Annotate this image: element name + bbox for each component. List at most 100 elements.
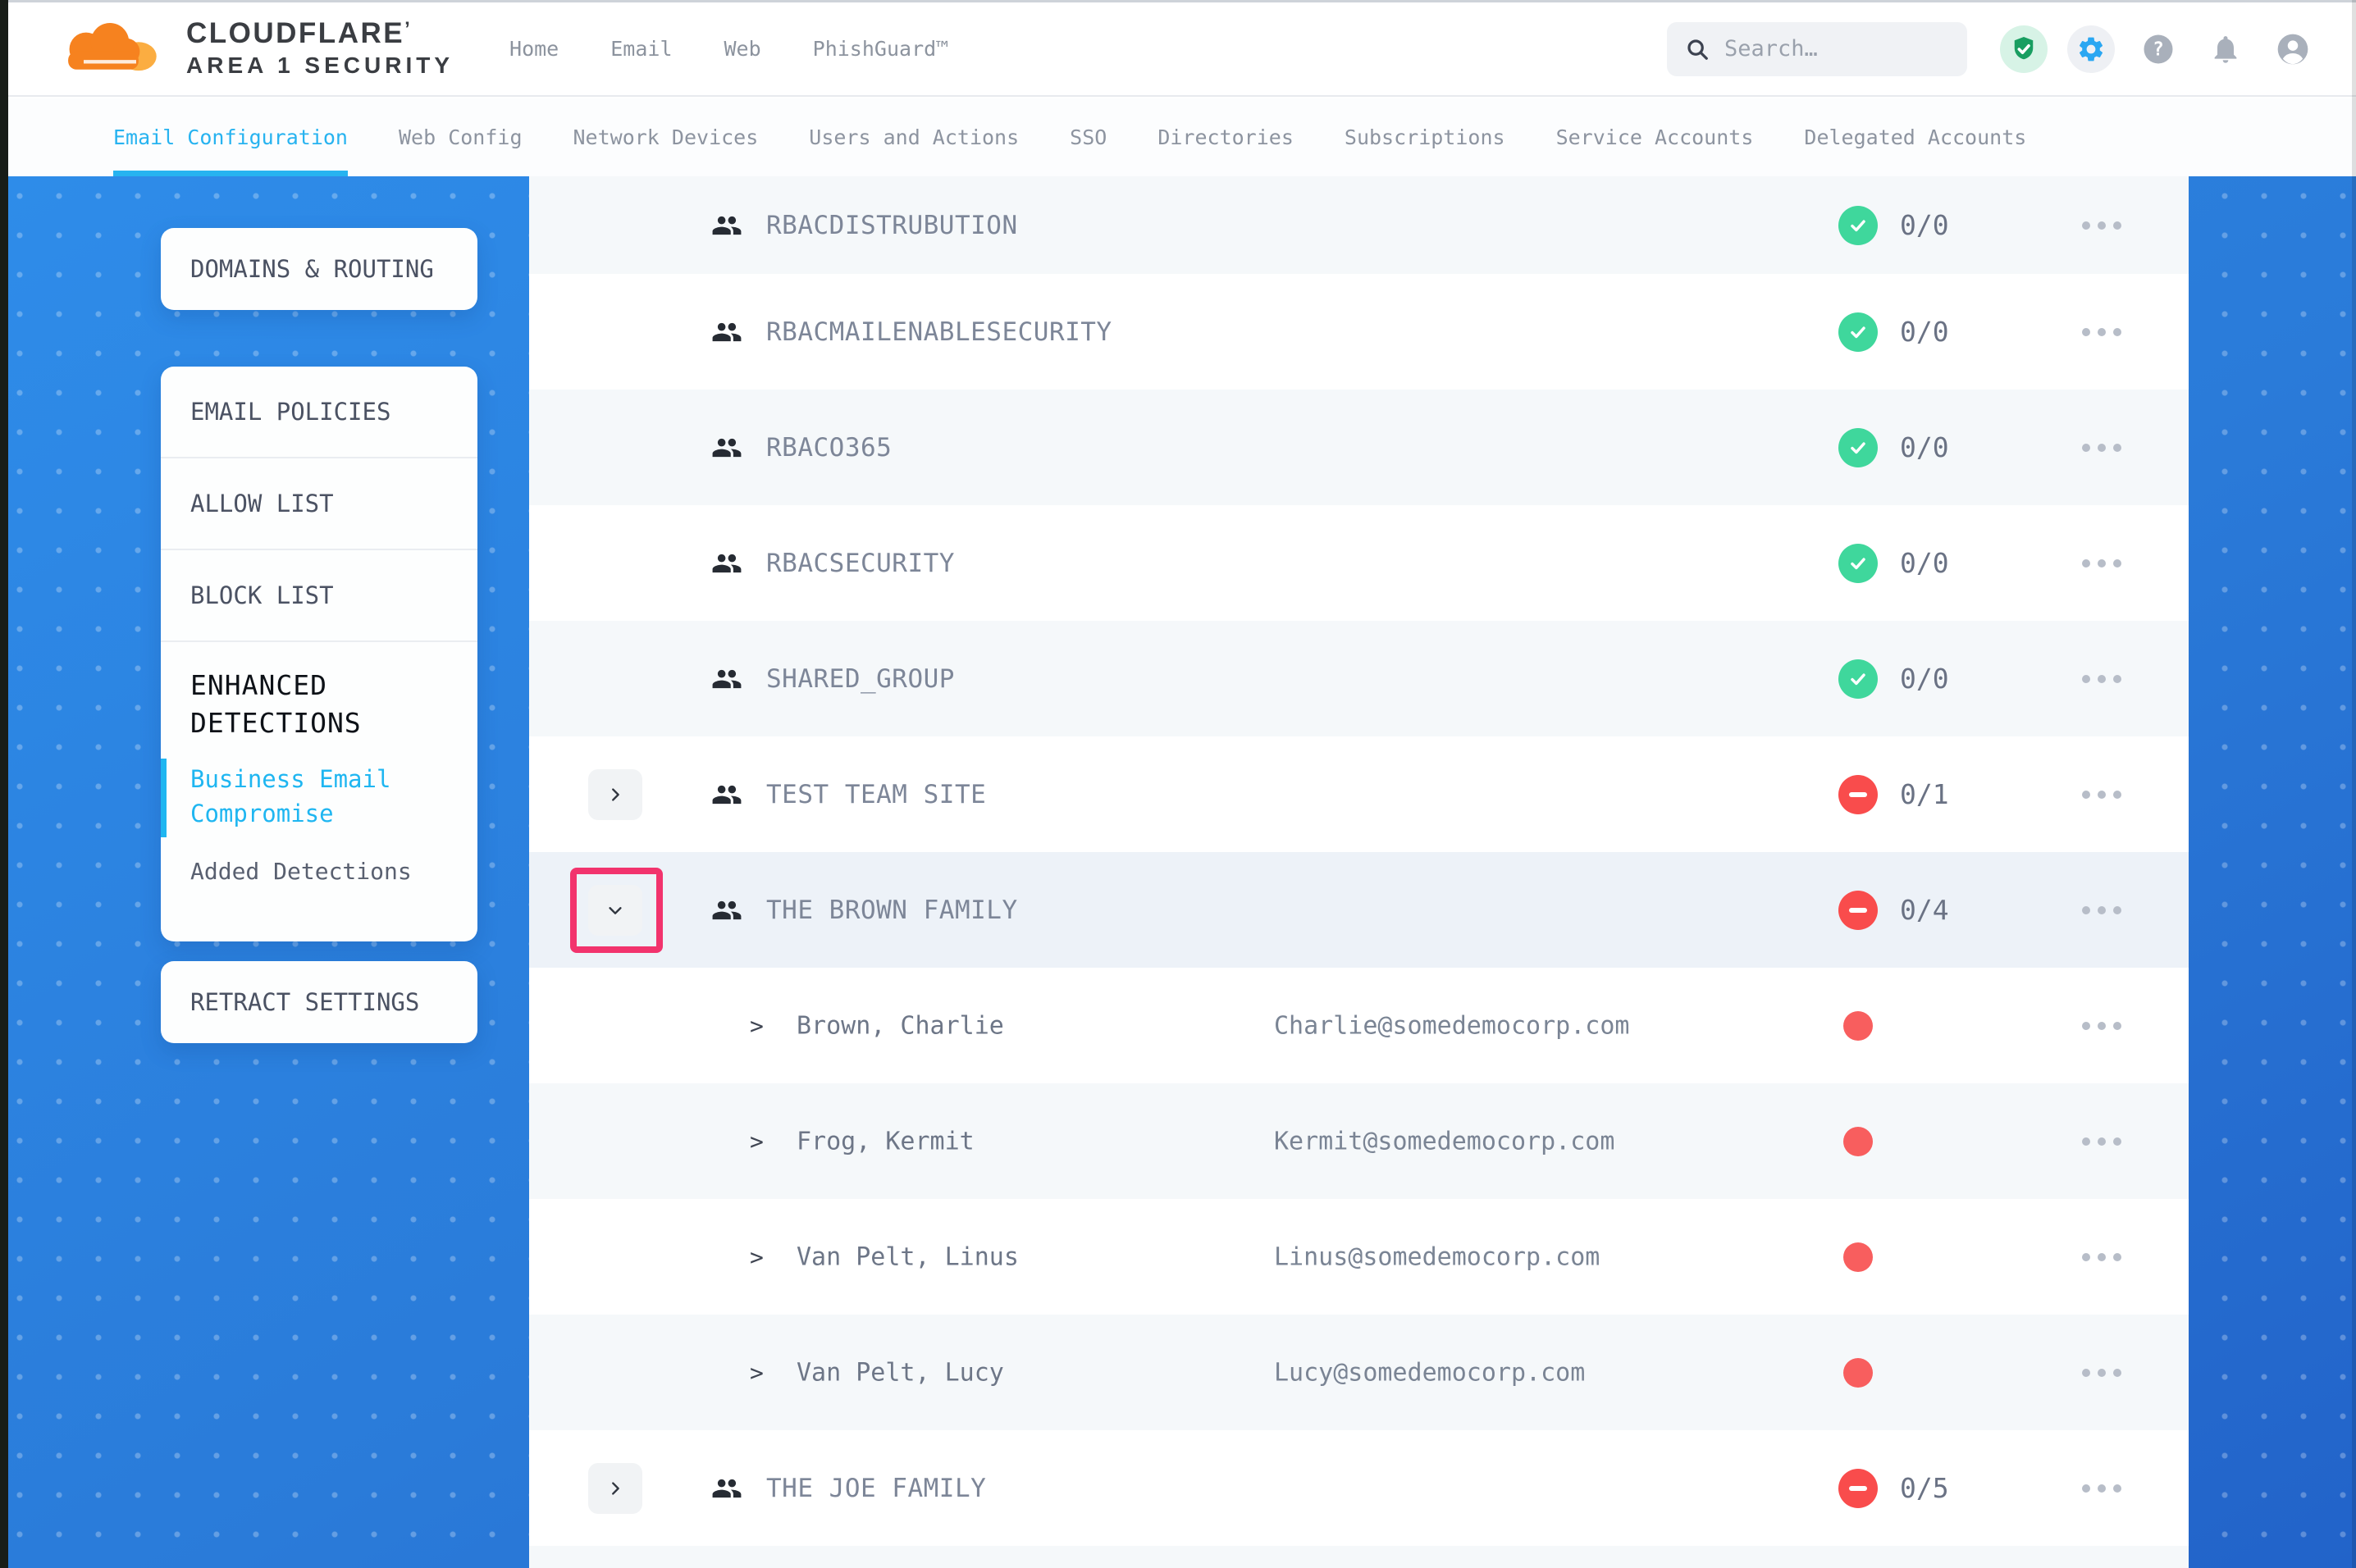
member-count: 0/0	[1900, 209, 1949, 241]
tab-network-devices[interactable]: Network Devices	[573, 98, 759, 176]
group-row[interactable]: SHARED_GROUP 0/0	[529, 621, 2189, 736]
member-row[interactable]: > Frog, Kermit Kermit@somedemocorp.com	[529, 1083, 2189, 1199]
status-dot-red	[1843, 1242, 1873, 1272]
member-row[interactable]: >Brown, CharlieCharlie@somedemocorp.com	[529, 968, 2189, 1083]
sidebar-section-enhanced-detections: ENHANCED DETECTIONS	[161, 642, 477, 755]
tab-directories[interactable]: Directories	[1157, 98, 1294, 176]
row-actions-ellipsis[interactable]	[2082, 221, 2121, 230]
nav-web[interactable]: Web	[724, 37, 761, 61]
row-actions-ellipsis[interactable]	[2082, 559, 2121, 567]
member-name: Van Pelt, Linus	[797, 1242, 1019, 1271]
member-name: Frog, Kermit	[797, 1127, 975, 1155]
sidebar-item-added-detections[interactable]: Added Detections	[161, 847, 477, 917]
member-expand-caret[interactable]: >	[750, 1128, 764, 1155]
collapse-chevron-button[interactable]	[588, 885, 642, 936]
search-box[interactable]	[1667, 22, 1967, 76]
status-badge-fail: 0/5	[1838, 1469, 1949, 1508]
svg-text:?: ?	[2153, 39, 2164, 60]
expand-chevron-button[interactable]	[588, 1463, 642, 1514]
sidebar-item-block-list[interactable]: BLOCK LIST	[161, 550, 477, 642]
settings-gear-icon[interactable]	[2067, 25, 2115, 73]
tab-users-and-actions[interactable]: Users and Actions	[809, 98, 1019, 176]
sidebar-item-email-policies[interactable]: EMAIL POLICIES	[161, 367, 477, 458]
row-actions-ellipsis[interactable]	[2082, 906, 2121, 914]
status-badge-pass: 0/0	[1838, 312, 1949, 352]
group-name: RBACDISTRUBUTION	[766, 211, 1018, 240]
shield-check-icon[interactable]	[2000, 25, 2048, 73]
member-email: Kermit@somedemocorp.com	[1274, 1127, 1614, 1155]
group-people-icon	[711, 663, 742, 695]
row-actions-ellipsis[interactable]	[2082, 1253, 2121, 1261]
group-row[interactable]: RBACO3650/0	[529, 390, 2189, 505]
screen-edge-top	[0, 0, 2356, 2]
member-count: 0/0	[1900, 316, 1949, 348]
status-badge-pass: 0/0	[1838, 544, 1949, 583]
group-row[interactable]: RBACMAILENABLESECURITY 0/0	[529, 274, 2189, 390]
section-tabs: Email Configuration Web Config Network D…	[8, 98, 2356, 176]
tab-delegated-accounts[interactable]: Delegated Accounts	[1804, 98, 2026, 176]
group-name: TEST TEAM SITE	[766, 780, 986, 809]
tab-web-config[interactable]: Web Config	[399, 98, 523, 176]
row-actions-ellipsis[interactable]	[2082, 791, 2121, 799]
tab-email-configuration[interactable]: Email Configuration	[113, 98, 348, 176]
help-icon[interactable]: ?	[2135, 25, 2182, 73]
group-name: THE BROWN FAMILY	[766, 896, 1018, 925]
sidebar-item-domains-routing[interactable]: DOMAINS & ROUTING	[161, 228, 477, 310]
groups-table: RBACDISTRUBUTION0/0RBACMAILENABLESECURIT…	[529, 176, 2189, 1568]
row-actions-ellipsis[interactable]	[2082, 444, 2121, 452]
tab-subscriptions[interactable]: Subscriptions	[1345, 98, 1505, 176]
cloudflare-cloud-icon	[45, 23, 175, 75]
member-count: 0/5	[1900, 1472, 1949, 1504]
status-dot-red	[1843, 1358, 1873, 1388]
group-row[interactable]: THE BROWN FAMILY0/4	[529, 852, 2189, 968]
member-email: Lucy@somedemocorp.com	[1274, 1358, 1585, 1387]
group-row[interactable]: TEST TEAM SITE 0/1	[529, 736, 2189, 852]
sidebar-policies-card: EMAIL POLICIES ALLOW LIST BLOCK LIST ENH…	[161, 367, 477, 941]
group-row[interactable]: THE JOE FAMILY 0/5	[529, 1430, 2189, 1546]
nav-phishguard[interactable]: PhishGuard™	[813, 37, 949, 61]
bell-icon[interactable]	[2202, 25, 2249, 73]
member-expand-caret[interactable]: >	[750, 1243, 764, 1270]
sidebar-item-allow-list[interactable]: ALLOW LIST	[161, 458, 477, 550]
tab-sso[interactable]: SSO	[1070, 98, 1107, 176]
nav-email[interactable]: Email	[610, 37, 672, 61]
member-row[interactable]: >Van Pelt, LinusLinus@somedemocorp.com	[529, 1199, 2189, 1315]
group-row[interactable]: RBACDISTRUBUTION 0/0	[529, 176, 2189, 274]
cloudflare-logo[interactable]: CLOUDFLARE’ AREA 1 SECURITY	[45, 19, 454, 79]
group-name: SHARED_GROUP	[766, 664, 955, 694]
logo-subtitle: AREA 1 SECURITY	[186, 52, 454, 79]
row-actions-ellipsis[interactable]	[2082, 675, 2121, 683]
top-header: CLOUDFLARE’ AREA 1 SECURITY Home Email W…	[8, 2, 2356, 97]
row-actions-ellipsis[interactable]	[2082, 1369, 2121, 1377]
group-people-icon	[711, 210, 742, 241]
group-people-icon	[711, 895, 742, 926]
account-icon[interactable]	[2269, 25, 2317, 73]
member-count: 0/0	[1900, 663, 1949, 695]
row-actions-ellipsis[interactable]	[2082, 1022, 2121, 1030]
primary-nav: Home Email Web PhishGuard™	[509, 37, 948, 61]
group-name: RBACO365	[766, 433, 892, 463]
group-row[interactable]: RBACSECURITY0/0	[529, 505, 2189, 621]
member-count: 0/1	[1900, 778, 1949, 810]
group-people-icon	[711, 548, 742, 579]
member-name: Brown, Charlie	[797, 1011, 1004, 1040]
status-badge-pass: 0/0	[1838, 206, 1949, 245]
group-name: THE JOE FAMILY	[766, 1474, 986, 1503]
member-count: 0/0	[1900, 547, 1949, 579]
group-people-icon	[711, 317, 742, 348]
tab-service-accounts[interactable]: Service Accounts	[1556, 98, 1754, 176]
sidebar-item-business-email-compromise[interactable]: Business Email Compromise	[161, 755, 477, 847]
member-expand-caret[interactable]: >	[750, 1012, 764, 1039]
search-input[interactable]	[1724, 36, 1949, 62]
member-expand-caret[interactable]: >	[750, 1359, 764, 1386]
status-dot-red	[1843, 1127, 1873, 1156]
sidebar-item-retract-settings[interactable]: RETRACT SETTINGS	[161, 961, 477, 1043]
row-actions-ellipsis[interactable]	[2082, 328, 2121, 336]
app-root: CLOUDFLARE’ AREA 1 SECURITY Home Email W…	[0, 0, 2356, 1568]
nav-home[interactable]: Home	[509, 37, 559, 61]
member-row[interactable]: >Van Pelt, LucyLucy@somedemocorp.com	[529, 1315, 2189, 1430]
row-actions-ellipsis[interactable]	[2082, 1137, 2121, 1146]
row-actions-ellipsis[interactable]	[2082, 1484, 2121, 1493]
expand-chevron-button[interactable]	[588, 769, 642, 820]
group-name: RBACMAILENABLESECURITY	[766, 317, 1112, 347]
